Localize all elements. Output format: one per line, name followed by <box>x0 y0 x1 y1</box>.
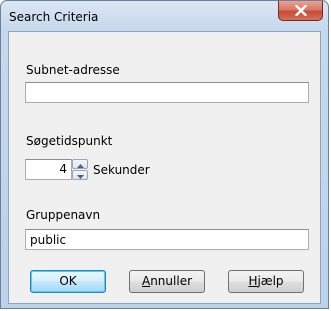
group-name-label: Gruppenavn <box>26 208 101 222</box>
search-time-input[interactable]: 4 <box>25 159 72 180</box>
subnet-address-input[interactable] <box>25 82 309 103</box>
dialog-body: Subnet-adresse Søgetidspunkt 4 Sekunder … <box>8 31 321 304</box>
close-icon <box>294 5 307 16</box>
subnet-address-label: Subnet-adresse <box>26 63 120 77</box>
cancel-label-rest: nnuller <box>150 274 193 288</box>
dialog-title: Search Criteria <box>9 10 99 24</box>
spin-down-button[interactable] <box>72 170 88 180</box>
arrow-down-icon <box>76 168 84 182</box>
group-name-input[interactable] <box>25 229 309 250</box>
search-criteria-dialog: Search Criteria Subnet-adresse Søgetidsp… <box>0 0 329 309</box>
ok-button[interactable]: OK <box>30 270 106 293</box>
cancel-button[interactable]: Annuller <box>129 270 205 293</box>
search-time-spinner[interactable] <box>72 159 88 180</box>
search-time-label: Søgetidspunkt <box>26 134 113 148</box>
cancel-mnemonic: A <box>141 274 151 288</box>
seconds-unit-label: Sekunder <box>93 163 150 177</box>
help-label-rest: jælp <box>257 274 284 288</box>
help-button[interactable]: Hjælp <box>228 270 304 293</box>
close-button[interactable] <box>278 1 323 21</box>
title-bar[interactable]: Search Criteria <box>1 1 328 31</box>
